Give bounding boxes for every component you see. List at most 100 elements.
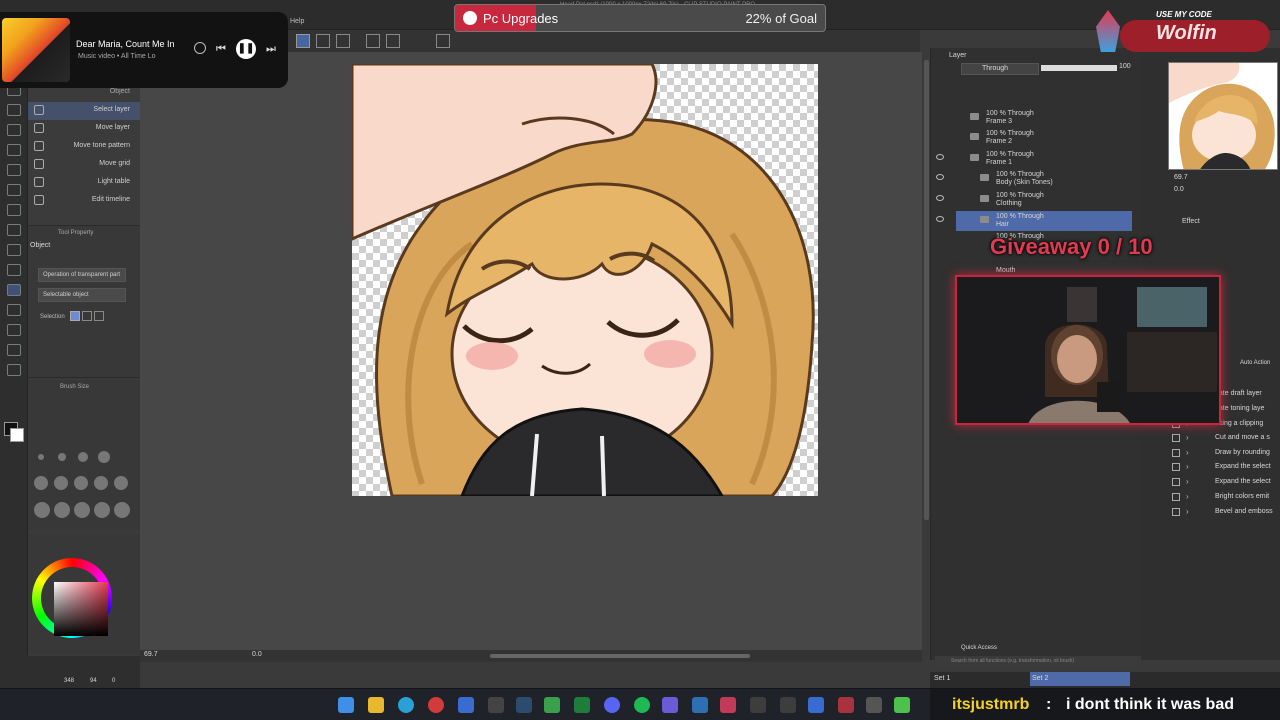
- brush-size-option[interactable]: [38, 454, 44, 460]
- app-icon[interactable]: [458, 697, 474, 713]
- action-checkbox[interactable]: [1172, 478, 1180, 486]
- layer-row[interactable]: 100 % Through Body (Skin Tones): [936, 169, 1132, 189]
- selection-mode-button[interactable]: [82, 311, 92, 321]
- add-icon[interactable]: [194, 42, 206, 54]
- selection-mode-button[interactable]: [70, 311, 80, 321]
- action-checkbox[interactable]: [1172, 493, 1180, 501]
- app-icon[interactable]: [692, 697, 708, 713]
- subtool-item[interactable]: Select layer: [28, 102, 140, 120]
- vivaldi-icon[interactable]: [428, 697, 444, 713]
- subtool-item[interactable]: Move grid: [28, 156, 140, 174]
- visibility-eye-icon[interactable]: [936, 195, 944, 201]
- brush-size-option[interactable]: [34, 476, 48, 490]
- subtool-item[interactable]: Move layer: [28, 120, 140, 138]
- brush-size-option[interactable]: [94, 502, 110, 518]
- action-checkbox[interactable]: [1172, 449, 1180, 457]
- hand-tool-icon[interactable]: [7, 364, 21, 376]
- spotify-icon[interactable]: [634, 697, 650, 713]
- subtool-item[interactable]: Light table: [28, 174, 140, 192]
- layer-row-selected[interactable]: 100 % Through Hair: [936, 211, 1132, 231]
- brush-size-option[interactable]: [98, 451, 110, 463]
- function-search-input[interactable]: Search from all functions (e.g. transfor…: [935, 656, 1141, 666]
- transparent-operation-dropdown[interactable]: Operation of transparent part: [38, 268, 126, 282]
- app-icon[interactable]: [866, 697, 882, 713]
- discord-icon[interactable]: [604, 697, 620, 713]
- pause-icon[interactable]: ❚❚: [236, 39, 256, 59]
- selection-mode-button[interactable]: [94, 311, 104, 321]
- visibility-eye-icon[interactable]: [936, 154, 944, 160]
- action-checkbox[interactable]: [1172, 463, 1180, 471]
- subtool-item[interactable]: Move tone pattern: [28, 138, 140, 156]
- brush-size-option[interactable]: [34, 502, 50, 518]
- xbox-icon[interactable]: [544, 697, 560, 713]
- brush-size-option[interactable]: [78, 452, 88, 462]
- excel-icon[interactable]: [574, 697, 590, 713]
- app-icon[interactable]: [808, 697, 824, 713]
- figure-tool-icon[interactable]: [7, 244, 21, 256]
- action-checkbox[interactable]: [1172, 508, 1180, 516]
- auto-action-item[interactable]: › Bevel and emboss: [1172, 506, 1276, 520]
- menu-help[interactable]: Help: [290, 18, 304, 25]
- select-tool-icon[interactable]: [296, 34, 310, 48]
- brush-size-option[interactable]: [58, 453, 66, 461]
- auto-action-item[interactable]: › Bright colors emit: [1172, 491, 1276, 505]
- previous-track-icon[interactable]: ⏮: [216, 43, 226, 56]
- layer-opacity-slider[interactable]: [1041, 65, 1117, 71]
- app-icon[interactable]: [838, 697, 854, 713]
- navigator-thumbnail[interactable]: [1168, 62, 1278, 170]
- layer-row[interactable]: 100 % Through Frame 1: [936, 149, 1132, 169]
- selectable-object-dropdown[interactable]: Selectable object: [38, 288, 126, 302]
- auto-action-item[interactable]: › Draw by rounding: [1172, 447, 1276, 461]
- brush-size-option[interactable]: [74, 476, 88, 490]
- undo-icon[interactable]: [366, 34, 380, 48]
- saturation-value-square[interactable]: [54, 582, 108, 636]
- edge-icon[interactable]: [398, 697, 414, 713]
- app-icon[interactable]: [750, 697, 766, 713]
- set-1-tab[interactable]: Set 1: [934, 675, 950, 682]
- steam-icon[interactable]: [516, 697, 532, 713]
- app-icon[interactable]: [662, 697, 678, 713]
- transform-icon[interactable]: [436, 34, 450, 48]
- move-tool-icon[interactable]: [7, 104, 21, 116]
- app-icon[interactable]: [720, 697, 736, 713]
- text-tool-icon[interactable]: [7, 304, 21, 316]
- eraser-tool-icon[interactable]: [7, 184, 21, 196]
- next-track-icon[interactable]: ⏭: [266, 43, 276, 56]
- artwork-canvas[interactable]: [352, 64, 818, 496]
- pen-icon[interactable]: [316, 34, 330, 48]
- subtool-tab[interactable]: Object: [110, 88, 130, 95]
- brush-size-option[interactable]: [114, 476, 128, 490]
- blend-mode-dropdown[interactable]: Through: [961, 63, 1039, 75]
- layer-row[interactable]: 100 % Through Frame 2: [956, 128, 1132, 148]
- canvas-vertical-scrollbar[interactable]: [924, 60, 929, 520]
- auto-action-item[interactable]: › Expand the select: [1172, 476, 1276, 490]
- sub-color-swatch[interactable]: [10, 428, 24, 442]
- auto-action-item[interactable]: › Expand the select: [1172, 461, 1276, 475]
- windows-start-icon[interactable]: [338, 697, 354, 713]
- layer-row[interactable]: 100 % Through Frame 3: [956, 108, 1132, 128]
- object-tool-icon[interactable]: [7, 284, 21, 296]
- brush-tool-icon[interactable]: [7, 164, 21, 176]
- frame-tool-icon[interactable]: [7, 264, 21, 276]
- fill-tool-icon[interactable]: [7, 204, 21, 216]
- brush-size-option[interactable]: [54, 476, 68, 490]
- brush-size-option[interactable]: [114, 502, 130, 518]
- subtool-item[interactable]: Edit timeline: [28, 192, 140, 210]
- kick-icon[interactable]: [894, 697, 910, 713]
- brush-size-option[interactable]: [74, 502, 90, 518]
- layer-row[interactable]: Mouth: [956, 257, 1132, 277]
- selection-tool-icon[interactable]: [7, 124, 21, 136]
- balloon-tool-icon[interactable]: [7, 324, 21, 336]
- app-icon[interactable]: [488, 697, 504, 713]
- canvas-horizontal-scrollbar[interactable]: [490, 654, 750, 658]
- eraser-icon[interactable]: [336, 34, 350, 48]
- visibility-eye-icon[interactable]: [936, 216, 944, 222]
- set-2-tab[interactable]: Set 2: [1030, 672, 1130, 686]
- layer-row[interactable]: 100 % Through Clothing: [936, 190, 1132, 210]
- brush-size-option[interactable]: [94, 476, 108, 490]
- ruler-tool-icon[interactable]: [7, 344, 21, 356]
- action-checkbox[interactable]: [1172, 434, 1180, 442]
- redo-icon[interactable]: [386, 34, 400, 48]
- auto-action-item[interactable]: › Cut and move a s: [1172, 432, 1276, 446]
- file-explorer-icon[interactable]: [368, 697, 384, 713]
